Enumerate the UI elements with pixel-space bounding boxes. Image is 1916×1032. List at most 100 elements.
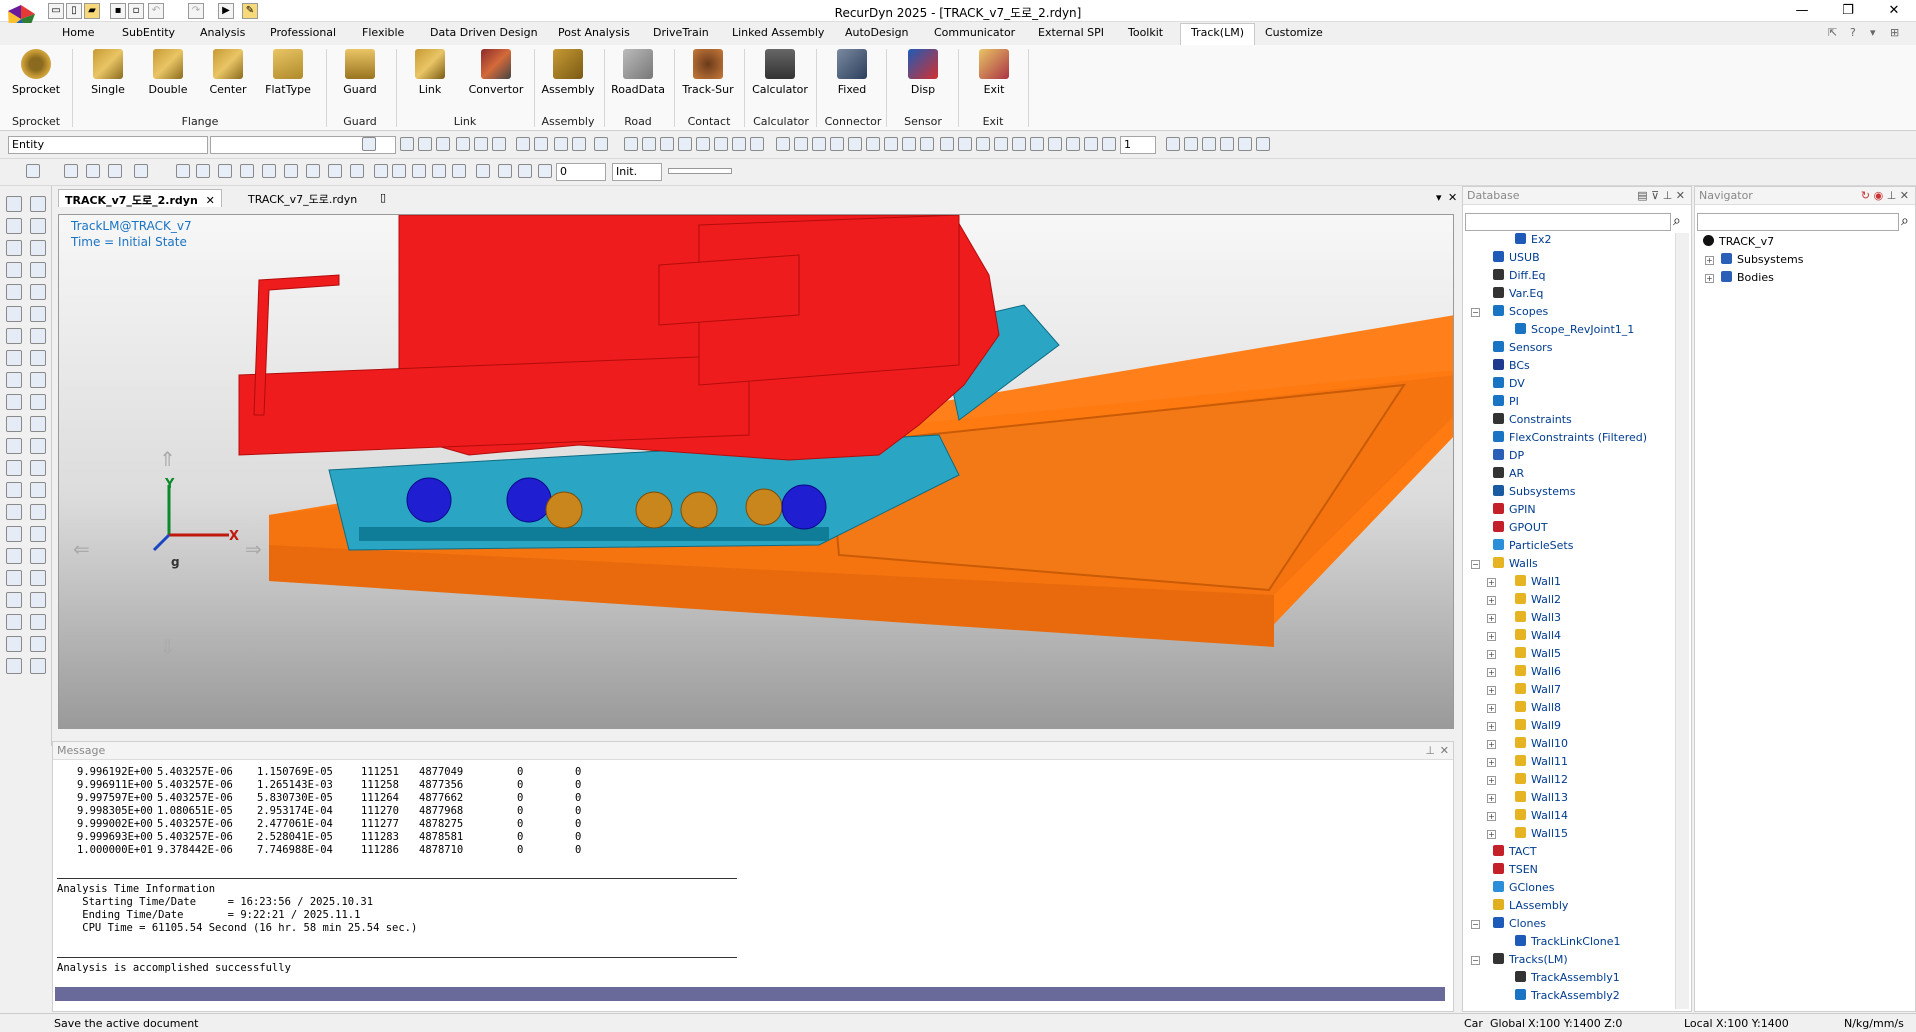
expand-toggle[interactable]: + — [1487, 812, 1496, 821]
collapse-toggle[interactable]: − — [1471, 308, 1480, 317]
toolbar-tool-icon[interactable] — [474, 137, 488, 151]
expand-toggle[interactable]: + — [1705, 256, 1714, 265]
database-search-icon[interactable]: ⌕ — [1673, 213, 1681, 229]
animation-control-icon[interactable] — [498, 164, 512, 178]
database-tree-item[interactable]: Scope_RevJoint1_1 — [1515, 323, 1634, 336]
pan-right-icon[interactable]: ⇒ — [245, 537, 262, 561]
left-tool-icon[interactable] — [30, 482, 46, 498]
database-tree-item[interactable]: GPIN — [1493, 503, 1536, 516]
tab-professional[interactable]: Professional — [270, 26, 336, 39]
toolbar-tool-icon[interactable] — [1166, 137, 1180, 151]
left-tool-icon[interactable] — [30, 196, 46, 212]
database-tree-item[interactable]: FlexConstraints (Filtered) — [1493, 431, 1647, 444]
tab-post-analysis[interactable]: Post Analysis — [558, 26, 630, 39]
expand-toggle[interactable]: + — [1487, 722, 1496, 731]
double-flange-button[interactable]: Double — [140, 49, 196, 96]
database-tree-item[interactable]: Constraints — [1493, 413, 1572, 426]
database-tree-item[interactable]: Wall2 — [1515, 593, 1561, 606]
animation-control-icon[interactable] — [374, 164, 388, 178]
navigator-search-icon[interactable]: ⌕ — [1901, 213, 1909, 229]
left-tool-icon[interactable] — [6, 218, 22, 234]
doc-tab[interactable]: TRACK_v7_도로.rdyn — [242, 189, 363, 207]
database-tree-item[interactable]: BCs — [1493, 359, 1530, 372]
guard-button[interactable]: Guard — [332, 49, 388, 96]
tab-customize[interactable]: Customize — [1265, 26, 1323, 39]
left-tool-icon[interactable] — [30, 350, 46, 366]
database-tree-item[interactable]: Wall13 — [1515, 791, 1568, 804]
database-tree-item[interactable]: Clones — [1493, 917, 1546, 930]
left-tool-icon[interactable] — [30, 570, 46, 586]
toolbar-tool-icon[interactable] — [456, 137, 470, 151]
expand-toggle[interactable]: + — [1487, 830, 1496, 839]
toolbar-tool-icon[interactable] — [1220, 137, 1234, 151]
left-tool-icon[interactable] — [30, 592, 46, 608]
left-tool-icon[interactable] — [6, 548, 22, 564]
navigator-tree-item[interactable]: Subsystems — [1721, 253, 1803, 266]
left-tool-icon[interactable] — [6, 526, 22, 542]
single-flange-button[interactable]: Single — [80, 49, 136, 96]
tab-data-driven-design[interactable]: Data Driven Design — [430, 26, 538, 39]
toolbar-tool-icon[interactable] — [1012, 137, 1026, 151]
toolbar-tool-icon[interactable] — [884, 137, 898, 151]
database-tree-item[interactable]: Sensors — [1493, 341, 1552, 354]
database-tree-item[interactable]: Wall6 — [1515, 665, 1561, 678]
disp-sensor-button[interactable]: Disp — [895, 49, 951, 96]
toolbar-tool-icon[interactable] — [794, 137, 808, 151]
left-tool-icon[interactable] — [30, 262, 46, 278]
left-tool-icon[interactable] — [6, 306, 22, 322]
database-tree-item[interactable]: Wall9 — [1515, 719, 1561, 732]
exit-button[interactable]: Exit — [966, 49, 1022, 96]
toolbar-tool-icon[interactable] — [714, 137, 728, 151]
toolbar-tool-icon[interactable] — [1238, 137, 1252, 151]
left-tool-icon[interactable] — [30, 240, 46, 256]
toolbar-tool-icon[interactable] — [1066, 137, 1080, 151]
tab-track-lm[interactable]: Track(LM) — [1180, 23, 1255, 45]
database-tree-item[interactable]: DV — [1493, 377, 1525, 390]
toolbar-tool-icon[interactable] — [1202, 137, 1216, 151]
left-tool-icon[interactable] — [30, 504, 46, 520]
frame-combo[interactable]: 1 — [1120, 136, 1156, 154]
toolbar-tool-icon[interactable] — [492, 137, 506, 151]
toolbar-tool-icon[interactable] — [572, 137, 586, 151]
dropdown-icon[interactable]: ▾ — [1870, 26, 1876, 39]
left-tool-icon[interactable] — [6, 482, 22, 498]
database-tree-item[interactable]: GPOUT — [1493, 521, 1548, 534]
pan-down-icon[interactable]: ⇓ — [159, 635, 176, 659]
expand-toggle[interactable]: + — [1487, 578, 1496, 587]
animation-control-icon[interactable] — [412, 164, 426, 178]
animation-control-icon[interactable] — [108, 164, 122, 178]
database-tree-item[interactable]: Walls — [1493, 557, 1538, 570]
status-local[interactable]: Local — [1684, 1017, 1713, 1030]
left-tool-icon[interactable] — [6, 504, 22, 520]
expand-toggle[interactable]: + — [1487, 794, 1496, 803]
left-tool-icon[interactable] — [6, 636, 22, 652]
animation-control-icon[interactable] — [328, 164, 342, 178]
collapse-toggle[interactable]: − — [1471, 956, 1480, 965]
toolbar-tool-icon[interactable] — [594, 137, 608, 151]
animation-control-icon[interactable] — [196, 164, 210, 178]
toolbar-tool-icon[interactable] — [812, 137, 826, 151]
3d-viewport[interactable]: TrackLM@TRACK_v7 Time = Initial State X … — [58, 214, 1454, 729]
doc-close-icon[interactable]: ✕ — [1442, 189, 1463, 207]
database-tree-item[interactable]: Wall8 — [1515, 701, 1561, 714]
animation-control-icon[interactable] — [306, 164, 320, 178]
status-global[interactable]: Global — [1490, 1017, 1525, 1030]
left-tool-icon[interactable] — [30, 218, 46, 234]
left-tool-icon[interactable] — [30, 284, 46, 300]
database-tree-item[interactable]: Scopes — [1493, 305, 1548, 318]
toolbar-tool-icon[interactable] — [436, 137, 450, 151]
toolbar-tool-icon[interactable] — [418, 137, 432, 151]
left-tool-icon[interactable] — [30, 614, 46, 630]
toolbar-tool-icon[interactable] — [750, 137, 764, 151]
left-tool-icon[interactable] — [30, 526, 46, 542]
tab-autodesign[interactable]: AutoDesign — [845, 26, 909, 39]
toolbar-tool-icon[interactable] — [848, 137, 862, 151]
toolbar-tool-icon[interactable] — [1030, 137, 1044, 151]
fixed-connector-button[interactable]: Fixed — [824, 49, 880, 96]
expand-toggle[interactable]: + — [1487, 740, 1496, 749]
left-tool-icon[interactable] — [6, 592, 22, 608]
database-tree-item[interactable]: Wall4 — [1515, 629, 1561, 642]
database-scrollbar[interactable] — [1675, 233, 1689, 1009]
sprocket-button[interactable]: Sprocket — [8, 49, 64, 96]
minimize-button[interactable]: — — [1780, 2, 1824, 20]
